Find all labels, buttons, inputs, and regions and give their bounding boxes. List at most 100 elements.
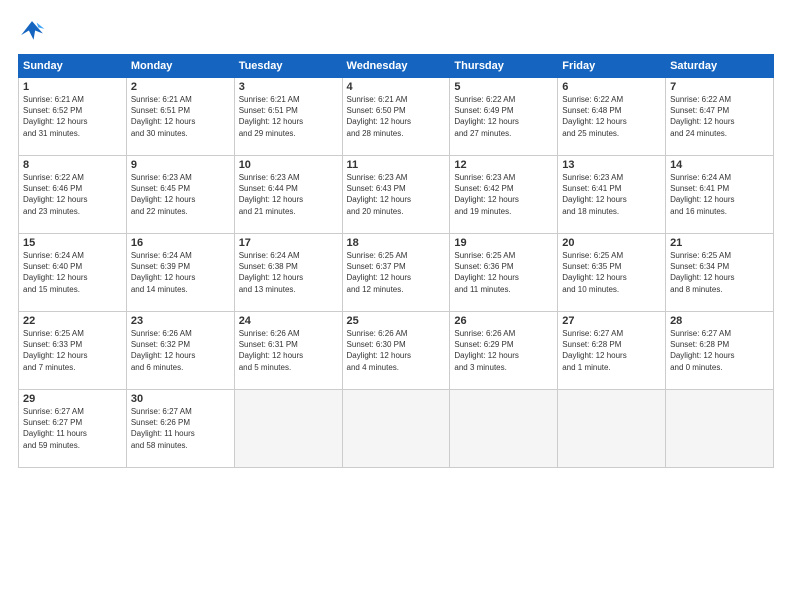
day-cell: 1Sunrise: 6:21 AMSunset: 6:52 PMDaylight… — [19, 78, 127, 156]
day-number: 9 — [131, 159, 230, 171]
day-number: 21 — [670, 237, 769, 249]
day-number: 13 — [562, 159, 661, 171]
day-cell: 29Sunrise: 6:27 AMSunset: 6:27 PMDayligh… — [19, 390, 127, 468]
empty-cell — [666, 390, 774, 468]
day-info: Sunrise: 6:26 AMSunset: 6:31 PMDaylight:… — [239, 328, 338, 373]
day-number: 6 — [562, 81, 661, 93]
logo — [18, 18, 50, 46]
day-number: 5 — [454, 81, 553, 93]
day-info: Sunrise: 6:26 AMSunset: 6:29 PMDaylight:… — [454, 328, 553, 373]
day-cell: 24Sunrise: 6:26 AMSunset: 6:31 PMDayligh… — [234, 312, 342, 390]
day-cell: 23Sunrise: 6:26 AMSunset: 6:32 PMDayligh… — [126, 312, 234, 390]
day-number: 18 — [347, 237, 446, 249]
day-cell: 12Sunrise: 6:23 AMSunset: 6:42 PMDayligh… — [450, 156, 558, 234]
day-number: 12 — [454, 159, 553, 171]
day-info: Sunrise: 6:24 AMSunset: 6:39 PMDaylight:… — [131, 250, 230, 295]
day-cell: 20Sunrise: 6:25 AMSunset: 6:35 PMDayligh… — [558, 234, 666, 312]
day-info: Sunrise: 6:25 AMSunset: 6:35 PMDaylight:… — [562, 250, 661, 295]
day-number: 25 — [347, 315, 446, 327]
day-info: Sunrise: 6:25 AMSunset: 6:36 PMDaylight:… — [454, 250, 553, 295]
day-number: 17 — [239, 237, 338, 249]
day-number: 1 — [23, 81, 122, 93]
day-info: Sunrise: 6:21 AMSunset: 6:51 PMDaylight:… — [131, 94, 230, 139]
col-saturday: Saturday — [666, 55, 774, 78]
day-cell: 30Sunrise: 6:27 AMSunset: 6:26 PMDayligh… — [126, 390, 234, 468]
day-cell: 9Sunrise: 6:23 AMSunset: 6:45 PMDaylight… — [126, 156, 234, 234]
logo-icon — [18, 18, 46, 46]
day-number: 29 — [23, 393, 122, 405]
day-info: Sunrise: 6:27 AMSunset: 6:28 PMDaylight:… — [562, 328, 661, 373]
day-info: Sunrise: 6:25 AMSunset: 6:37 PMDaylight:… — [347, 250, 446, 295]
day-number: 2 — [131, 81, 230, 93]
day-info: Sunrise: 6:22 AMSunset: 6:46 PMDaylight:… — [23, 172, 122, 217]
day-cell: 18Sunrise: 6:25 AMSunset: 6:37 PMDayligh… — [342, 234, 450, 312]
day-cell: 21Sunrise: 6:25 AMSunset: 6:34 PMDayligh… — [666, 234, 774, 312]
empty-cell — [342, 390, 450, 468]
col-friday: Friday — [558, 55, 666, 78]
day-number: 30 — [131, 393, 230, 405]
day-info: Sunrise: 6:23 AMSunset: 6:41 PMDaylight:… — [562, 172, 661, 217]
col-monday: Monday — [126, 55, 234, 78]
day-cell: 28Sunrise: 6:27 AMSunset: 6:28 PMDayligh… — [666, 312, 774, 390]
day-info: Sunrise: 6:22 AMSunset: 6:48 PMDaylight:… — [562, 94, 661, 139]
day-number: 7 — [670, 81, 769, 93]
day-info: Sunrise: 6:21 AMSunset: 6:51 PMDaylight:… — [239, 94, 338, 139]
day-cell: 5Sunrise: 6:22 AMSunset: 6:49 PMDaylight… — [450, 78, 558, 156]
day-number: 26 — [454, 315, 553, 327]
day-info: Sunrise: 6:24 AMSunset: 6:38 PMDaylight:… — [239, 250, 338, 295]
empty-cell — [234, 390, 342, 468]
calendar-table: Sunday Monday Tuesday Wednesday Thursday… — [18, 54, 774, 468]
day-cell: 25Sunrise: 6:26 AMSunset: 6:30 PMDayligh… — [342, 312, 450, 390]
day-info: Sunrise: 6:23 AMSunset: 6:42 PMDaylight:… — [454, 172, 553, 217]
day-number: 19 — [454, 237, 553, 249]
day-number: 11 — [347, 159, 446, 171]
day-cell: 4Sunrise: 6:21 AMSunset: 6:50 PMDaylight… — [342, 78, 450, 156]
day-number: 20 — [562, 237, 661, 249]
day-cell: 17Sunrise: 6:24 AMSunset: 6:38 PMDayligh… — [234, 234, 342, 312]
day-info: Sunrise: 6:24 AMSunset: 6:40 PMDaylight:… — [23, 250, 122, 295]
day-cell: 10Sunrise: 6:23 AMSunset: 6:44 PMDayligh… — [234, 156, 342, 234]
day-number: 3 — [239, 81, 338, 93]
day-info: Sunrise: 6:27 AMSunset: 6:26 PMDaylight:… — [131, 406, 230, 451]
day-cell: 13Sunrise: 6:23 AMSunset: 6:41 PMDayligh… — [558, 156, 666, 234]
day-cell: 14Sunrise: 6:24 AMSunset: 6:41 PMDayligh… — [666, 156, 774, 234]
day-info: Sunrise: 6:22 AMSunset: 6:49 PMDaylight:… — [454, 94, 553, 139]
day-info: Sunrise: 6:23 AMSunset: 6:44 PMDaylight:… — [239, 172, 338, 217]
day-info: Sunrise: 6:24 AMSunset: 6:41 PMDaylight:… — [670, 172, 769, 217]
day-number: 27 — [562, 315, 661, 327]
day-cell: 15Sunrise: 6:24 AMSunset: 6:40 PMDayligh… — [19, 234, 127, 312]
empty-cell — [450, 390, 558, 468]
day-number: 22 — [23, 315, 122, 327]
day-cell: 11Sunrise: 6:23 AMSunset: 6:43 PMDayligh… — [342, 156, 450, 234]
col-wednesday: Wednesday — [342, 55, 450, 78]
day-number: 4 — [347, 81, 446, 93]
day-info: Sunrise: 6:25 AMSunset: 6:34 PMDaylight:… — [670, 250, 769, 295]
header — [18, 18, 774, 46]
day-info: Sunrise: 6:23 AMSunset: 6:43 PMDaylight:… — [347, 172, 446, 217]
day-cell: 6Sunrise: 6:22 AMSunset: 6:48 PMDaylight… — [558, 78, 666, 156]
day-cell: 3Sunrise: 6:21 AMSunset: 6:51 PMDaylight… — [234, 78, 342, 156]
day-cell: 19Sunrise: 6:25 AMSunset: 6:36 PMDayligh… — [450, 234, 558, 312]
day-cell: 16Sunrise: 6:24 AMSunset: 6:39 PMDayligh… — [126, 234, 234, 312]
day-cell: 22Sunrise: 6:25 AMSunset: 6:33 PMDayligh… — [19, 312, 127, 390]
col-tuesday: Tuesday — [234, 55, 342, 78]
day-number: 14 — [670, 159, 769, 171]
day-number: 23 — [131, 315, 230, 327]
day-number: 8 — [23, 159, 122, 171]
page: Sunday Monday Tuesday Wednesday Thursday… — [0, 0, 792, 612]
day-info: Sunrise: 6:21 AMSunset: 6:52 PMDaylight:… — [23, 94, 122, 139]
day-number: 24 — [239, 315, 338, 327]
day-info: Sunrise: 6:26 AMSunset: 6:32 PMDaylight:… — [131, 328, 230, 373]
day-number: 28 — [670, 315, 769, 327]
day-info: Sunrise: 6:27 AMSunset: 6:27 PMDaylight:… — [23, 406, 122, 451]
day-number: 16 — [131, 237, 230, 249]
empty-cell — [558, 390, 666, 468]
day-number: 15 — [23, 237, 122, 249]
day-cell: 27Sunrise: 6:27 AMSunset: 6:28 PMDayligh… — [558, 312, 666, 390]
day-info: Sunrise: 6:22 AMSunset: 6:47 PMDaylight:… — [670, 94, 769, 139]
day-cell: 7Sunrise: 6:22 AMSunset: 6:47 PMDaylight… — [666, 78, 774, 156]
day-info: Sunrise: 6:27 AMSunset: 6:28 PMDaylight:… — [670, 328, 769, 373]
day-number: 10 — [239, 159, 338, 171]
col-thursday: Thursday — [450, 55, 558, 78]
day-info: Sunrise: 6:23 AMSunset: 6:45 PMDaylight:… — [131, 172, 230, 217]
